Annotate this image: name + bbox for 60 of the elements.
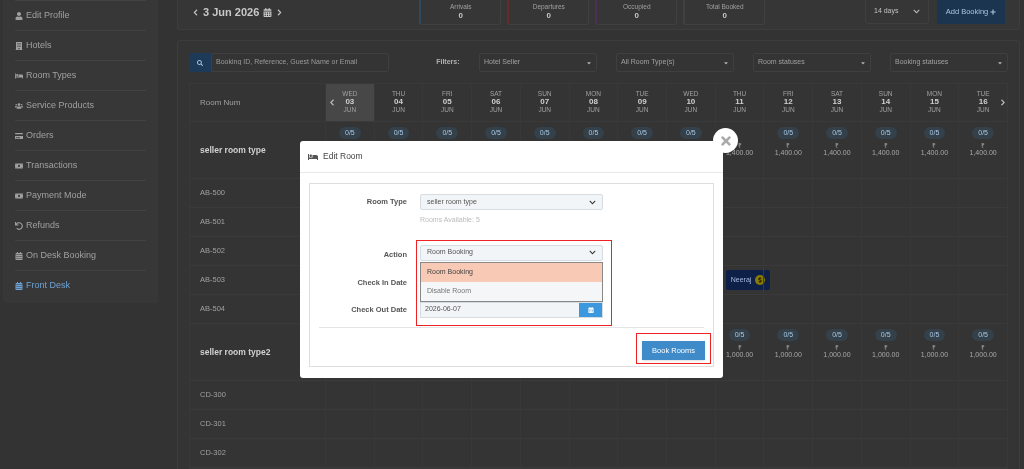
sidebar-item[interactable]: Payment Mode: [15, 188, 87, 203]
next-icon[interactable]: [276, 9, 284, 16]
calendar-icon: [15, 251, 23, 260]
day-number: 09: [637, 98, 647, 107]
chevron-down-icon: [589, 198, 596, 206]
caret-icon: [586, 59, 592, 66]
sidebar-item[interactable]: Transactions: [15, 158, 78, 173]
sidebar-item[interactable]: Refunds: [15, 218, 60, 233]
modal-title: Edit Room: [323, 150, 363, 163]
sidebar-item[interactable]: Room Types: [15, 68, 77, 83]
day-number: 04: [394, 98, 403, 107]
day-number: 06: [491, 98, 501, 107]
sidebar-item[interactable]: Service Products: [15, 98, 95, 113]
bed-icon: [308, 151, 318, 162]
room-type-name: seller room type: [200, 143, 266, 157]
user-icon: [15, 11, 23, 20]
day-number: 07: [540, 98, 550, 107]
chevron-down-icon: [913, 8, 920, 15]
day-number: 13: [832, 98, 842, 107]
stat-value: 0: [546, 12, 551, 21]
sidebar-item[interactable]: Front Desk: [15, 278, 70, 293]
next-icon[interactable]: [1000, 99, 1006, 106]
caret-icon: [997, 59, 1003, 66]
money-icon: [15, 191, 23, 200]
current-date: 3 Jun 2026: [203, 5, 260, 21]
undo-icon: [15, 221, 23, 230]
day-number: 16: [978, 98, 988, 107]
users-icon: [15, 101, 23, 110]
sidebar-item[interactable]: Orders: [15, 128, 54, 143]
caret-icon: [860, 59, 866, 66]
previous-icon[interactable]: [329, 99, 335, 106]
card-icon: [15, 131, 23, 140]
sidebar-item[interactable]: Edit Profile: [15, 8, 70, 23]
day-number: 05: [442, 98, 452, 107]
calendar-icon: [15, 281, 23, 290]
day-number: 12: [783, 98, 793, 107]
room-type-name: seller room type2: [200, 345, 271, 359]
calendar-icon[interactable]: [263, 8, 273, 17]
previous-icon[interactable]: [192, 9, 199, 16]
day-number: 11: [735, 98, 744, 107]
day-number: 15: [929, 98, 939, 107]
column-header: Room Num: [200, 96, 241, 109]
search-icon[interactable]: [189, 53, 211, 72]
sidebar-item[interactable]: Hotels: [15, 38, 52, 53]
stat-value: 0: [458, 12, 463, 21]
day-number: 10: [686, 98, 696, 107]
close-icon: [718, 133, 733, 148]
day-number: 08: [588, 98, 598, 107]
coin-icon: [755, 275, 766, 285]
plus-icon: [990, 9, 997, 15]
chevron-down-icon: [589, 249, 596, 256]
building-icon: [15, 41, 23, 50]
money-icon: [15, 161, 23, 170]
day-number: 14: [881, 98, 891, 107]
stat-value: 0: [722, 12, 727, 21]
bed-icon: [15, 71, 23, 80]
sidebar-item[interactable]: On Desk Booking: [15, 248, 97, 263]
caret-icon: [723, 59, 729, 66]
stat-value: 0: [634, 12, 639, 21]
day-number: 03: [345, 98, 355, 107]
